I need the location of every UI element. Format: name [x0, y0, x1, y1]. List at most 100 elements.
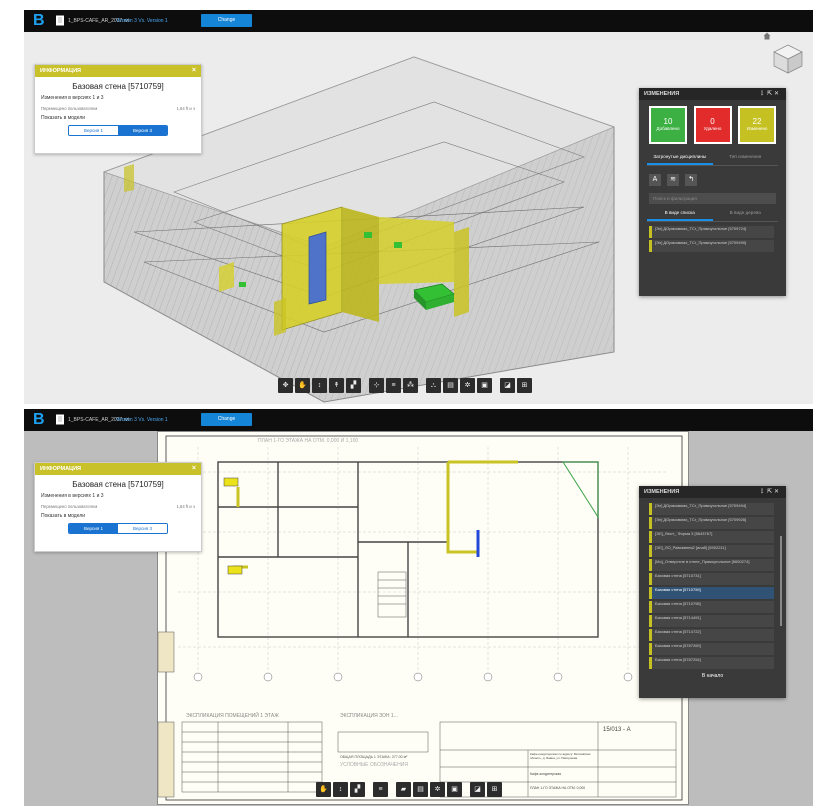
- list-item[interactable]: [Эл] ДОрмсквимо_ТСг_Прямоугольное [57094…: [649, 240, 774, 252]
- filter-tools: A ≋ ↰: [649, 174, 786, 186]
- list-item[interactable]: Базовая стена [5714722]: [649, 629, 774, 641]
- zoom-icon[interactable]: ↕: [333, 782, 348, 797]
- model-browser-icon[interactable]: ⛬: [426, 378, 441, 393]
- measure-icon[interactable]: ⊹: [369, 378, 384, 393]
- view-tabs: В виде списка В виде дерева: [647, 210, 778, 222]
- tab-disciplines[interactable]: Затронутые дисциплины: [647, 154, 713, 165]
- changes-panel: ИЗМЕНЕНИЯ ⋮⇱✕ [Эл] ДОрмсквимо_ТСг_Прямоу…: [639, 486, 786, 698]
- settings-icon[interactable]: ✲: [430, 782, 445, 797]
- fit-view-icon[interactable]: ▞: [346, 378, 361, 393]
- change-stats: 10 Добавлено 0 Удалено 22 Изменено: [639, 100, 786, 144]
- version-3-button[interactable]: Версия 3: [118, 524, 167, 533]
- list-item[interactable]: [ЭЛ]_Люст_ Форма 3 [5643767]: [649, 531, 774, 543]
- property-row: Перемещено пользователем 1,64 ft и э: [41, 106, 195, 111]
- tab-list-view[interactable]: В виде списка: [647, 210, 713, 221]
- property-name: Перемещено пользователем: [41, 504, 98, 509]
- viewer-3d[interactable]: B 1_BPS-CAFE_AR_2017.rvt Version 3 Vs. V…: [24, 10, 813, 404]
- info-panel-title: ИНФОРМАЦИЯ: [40, 68, 81, 74]
- walk-icon[interactable]: ↟: [329, 378, 344, 393]
- changes-panel: ИЗМЕНЕНИЯ ⋮⇱✕ 10 Добавлено 0 Удалено 22 Изм…: [639, 88, 786, 296]
- close-icon[interactable]: ×: [192, 65, 196, 77]
- view-cube-icon[interactable]: [771, 42, 805, 76]
- property-value: 1,64 ft и э: [176, 106, 195, 111]
- sheets-icon[interactable]: ⊞: [517, 378, 532, 393]
- fullscreen-icon[interactable]: ▣: [447, 782, 462, 797]
- model-browser-icon[interactable]: ▰: [396, 782, 411, 797]
- version-label[interactable]: Version 3 Vs. Version 1: [116, 18, 168, 24]
- properties-icon[interactable]: ▤: [413, 782, 428, 797]
- compare-icon[interactable]: ◪: [500, 378, 515, 393]
- change-button[interactable]: Change: [201, 413, 252, 426]
- list-item[interactable]: Базовая стена [5710731]: [649, 573, 774, 585]
- fullscreen-icon[interactable]: ▣: [477, 378, 492, 393]
- list-item[interactable]: [Мо]_Отверстие в стене_Прямоугольное [56…: [649, 559, 774, 571]
- list-item[interactable]: Базовая стена [5710759]: [649, 587, 774, 599]
- list-item[interactable]: [Эл] ДОрмсквимо_ТСг_Прямоугольное [57099…: [649, 517, 774, 529]
- viewer-2d[interactable]: B 1_BPS-CAFE_AR_2017.rvt Version 3 Vs. V…: [24, 409, 813, 806]
- list-item[interactable]: Базовая стена [5710798]: [649, 601, 774, 613]
- pan-icon[interactable]: ✋: [316, 782, 331, 797]
- change-button[interactable]: Change: [201, 14, 252, 27]
- legend-title: УСЛОВНЫЕ ОБОЗНАЧЕНИЯ: [340, 762, 408, 768]
- fit-view-icon[interactable]: ▞: [350, 782, 365, 797]
- sheets-icon[interactable]: ⊞: [487, 782, 502, 797]
- search-input[interactable]: Поиск и фильтрация: [649, 193, 776, 204]
- stamp-object: Кафе-кондитерская по адресу: Московская …: [530, 752, 591, 760]
- property-row: Перемещено пользователем 1,64 ft и э: [41, 504, 195, 509]
- pan-icon[interactable]: ✋: [295, 378, 310, 393]
- zoom-icon[interactable]: ↕: [312, 378, 327, 393]
- added-card[interactable]: 10 Добавлено: [649, 106, 687, 144]
- added-label: Добавлено: [656, 126, 680, 131]
- measure-icon[interactable]: ≡: [373, 782, 388, 797]
- settings-icon[interactable]: ✲: [460, 378, 475, 393]
- show-in-model-label: Показать в модели: [41, 513, 86, 519]
- changes-panel-title: ИЗМЕНЕНИЯ: [644, 91, 680, 97]
- back-to-top-button[interactable]: В начало: [639, 673, 786, 679]
- changes-panel-header: ИЗМЕНЕНИЯ ⋮⇱✕: [639, 486, 786, 498]
- changes-label: Изменения в версиях 1 и 3: [41, 95, 104, 101]
- architecture-filter-icon[interactable]: A: [649, 174, 661, 186]
- app-logo: B: [33, 12, 45, 29]
- list-item[interactable]: [Эл] ДОрмсквимо_ТСг_Прямоугольное [57097…: [649, 226, 774, 238]
- tab-change-type[interactable]: Тип изменения: [713, 154, 779, 165]
- show-in-model-label: Показать в модели: [41, 115, 86, 121]
- removed-card[interactable]: 0 Удалено: [693, 106, 732, 144]
- changes-panel-header: ИЗМЕНЕНИЯ ⋮⇱✕: [639, 88, 786, 100]
- version-label[interactable]: Version 3 Vs. Version 1: [116, 417, 168, 423]
- list-item[interactable]: [Эл] ДОрмсквимо_ТСг_Прямоугольное [57094…: [649, 503, 774, 515]
- changes-list[interactable]: [Эл] ДОрмсквимо_ТСг_Прямоугольное [57094…: [639, 498, 786, 669]
- home-icon[interactable]: [763, 32, 771, 40]
- list-item[interactable]: Базовая стена [5714491]: [649, 615, 774, 627]
- version-toggle: Версия 1 Версия 3: [68, 523, 168, 534]
- list-item[interactable]: [ЭЛ]_ЛО_Равсвиння2 [инаб] [5902211]: [649, 545, 774, 557]
- properties-icon[interactable]: ▤: [443, 378, 458, 393]
- structure-filter-icon[interactable]: ≋: [667, 174, 679, 186]
- explode-icon[interactable]: ⁂: [403, 378, 418, 393]
- viewer-toolbar: ✥ ✋ ↕ ↟ ▞ ⊹ ≡ ⁂ ⛬ ▤ ✲ ▣ ◪ ⊞: [278, 378, 532, 393]
- modified-count: 22: [752, 117, 762, 126]
- modified-label: Изменено: [746, 126, 768, 131]
- panel-controls[interactable]: ⋮⇱✕: [759, 88, 781, 100]
- version-3-button[interactable]: Версия 3: [118, 126, 167, 135]
- viewer-toolbar: ✋ ↕ ▞ ≡ ▰ ▤ ✲ ▣ ◪ ⊞: [316, 782, 502, 797]
- orbit-icon[interactable]: ✥: [278, 378, 293, 393]
- version-toggle: Версия 1 Версия 3: [68, 125, 168, 136]
- panel-controls[interactable]: ⋮⇱✕: [759, 486, 781, 498]
- mep-filter-icon[interactable]: ↰: [685, 174, 697, 186]
- drawing-sheet[interactable]: ПЛАН 1-ГО ЭТАЖА НА ОТМ. 0,000 И 1,100 ЭК…: [157, 431, 689, 805]
- property-value: 1,64 ft и э: [176, 504, 195, 509]
- list-item[interactable]: Базовая стена [5787254]: [649, 657, 774, 669]
- version-1-button[interactable]: Версия 1: [69, 524, 118, 533]
- close-icon[interactable]: ×: [192, 463, 196, 475]
- list-item[interactable]: Базовая стена [5787269]: [649, 643, 774, 655]
- list-scrollbar[interactable]: [780, 536, 782, 626]
- added-count: 10: [663, 117, 673, 126]
- removed-count: 0: [710, 117, 715, 126]
- modified-card[interactable]: 22 Изменено: [738, 106, 776, 144]
- version-1-button[interactable]: Версия 1: [69, 126, 118, 135]
- total-area: ОБЩАЯ ПЛОЩАДЬ 1 ЭТАЖА: 377.00 м²: [340, 755, 408, 759]
- document-icon: [56, 15, 64, 26]
- tab-tree-view[interactable]: В виде дерева: [713, 210, 779, 221]
- compare-icon[interactable]: ◪: [470, 782, 485, 797]
- section-icon[interactable]: ≡: [386, 378, 401, 393]
